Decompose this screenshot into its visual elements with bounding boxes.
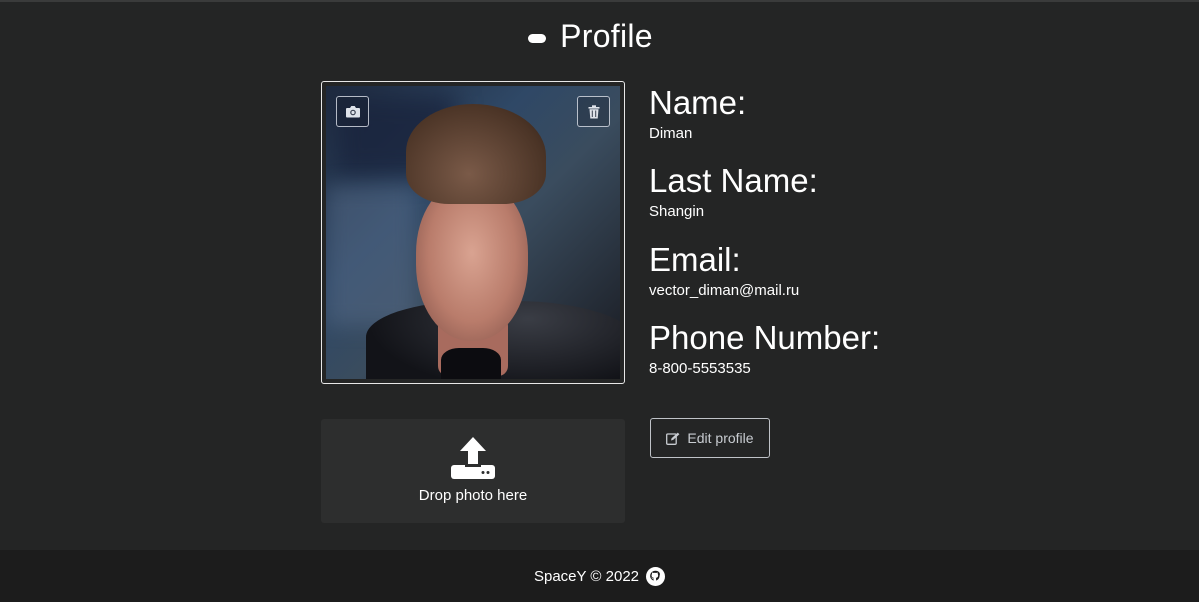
trash-icon	[588, 104, 599, 118]
footer: SpaceY © 2022	[0, 550, 1199, 602]
phone-label: Phone Number:	[649, 319, 881, 356]
camera-icon	[345, 106, 360, 118]
page-header: Profile	[0, 18, 1199, 55]
email-label: Email:	[649, 241, 741, 278]
delete-photo-button[interactable]	[577, 96, 610, 127]
github-icon[interactable]	[646, 566, 666, 586]
top-divider	[0, 0, 1199, 2]
phone-value: 8-800-5553535	[649, 360, 751, 377]
edit-profile-label: Edit profile	[687, 430, 754, 446]
last-name-label: Last Name:	[649, 162, 818, 199]
drop-zone-text: Drop photo here	[418, 487, 528, 504]
title-dot-icon	[528, 34, 547, 43]
profile-photo-frame	[321, 81, 625, 384]
edit-icon	[666, 432, 680, 445]
profile-photo	[326, 86, 620, 379]
photo-drop-zone[interactable]: Drop photo here	[321, 419, 625, 523]
footer-text: SpaceY © 2022	[533, 567, 640, 585]
name-label: Name:	[649, 84, 747, 121]
page-title: Profile	[560, 18, 653, 54]
edit-profile-button[interactable]: Edit profile	[650, 418, 770, 458]
email-value: vector_diman@mail.ru	[649, 282, 800, 299]
name-value: Diman	[649, 125, 693, 142]
upload-icon	[451, 437, 495, 479]
last-name-value: Shangin	[649, 203, 705, 220]
upload-photo-button[interactable]	[336, 96, 369, 127]
